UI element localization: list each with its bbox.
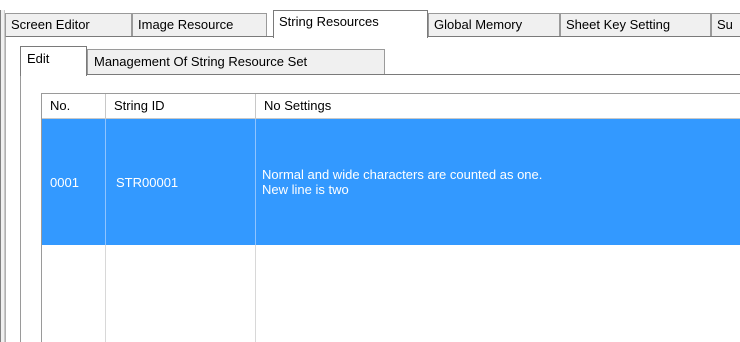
cell-string-id[interactable]: STR00001 <box>106 119 256 245</box>
tab-screen-editor[interactable]: Screen Editor <box>5 13 132 37</box>
cell-no[interactable]: 0001 <box>42 119 106 245</box>
subtab-edit[interactable]: Edit <box>20 46 87 76</box>
subtab-management-string-resource-set[interactable]: Management Of String Resource Set <box>87 49 385 75</box>
column-header-no-settings[interactable]: No Settings <box>256 94 740 118</box>
main-tab-strip: Screen Editor Image Resource String Reso… <box>5 10 740 38</box>
table-row[interactable]: 0001 STR00001 Normal and wide characters… <box>42 119 740 245</box>
column-header-no[interactable]: No. <box>42 94 106 118</box>
cell-string-text[interactable]: Normal and wide characters are counted a… <box>256 119 740 245</box>
string-text-line2: New line is two <box>262 182 349 197</box>
empty-column-no <box>42 245 106 342</box>
tab-global-memory[interactable]: Global Memory <box>428 13 560 37</box>
string-text-line1: Normal and wide characters are counted a… <box>262 167 543 182</box>
tab-sheet-key-setting[interactable]: Sheet Key Setting <box>560 13 711 37</box>
empty-column-string-id <box>106 245 256 342</box>
grid-header: No. String ID No Settings <box>42 94 740 119</box>
tab-image-resource[interactable]: Image Resource <box>132 13 267 37</box>
tab-string-resources[interactable]: String Resources <box>273 10 428 38</box>
string-resource-grid[interactable]: No. String ID No Settings 0001 STR00001 … <box>41 93 740 342</box>
column-header-string-id[interactable]: String ID <box>106 94 256 118</box>
tab-su-truncated[interactable]: Su <box>711 13 740 37</box>
